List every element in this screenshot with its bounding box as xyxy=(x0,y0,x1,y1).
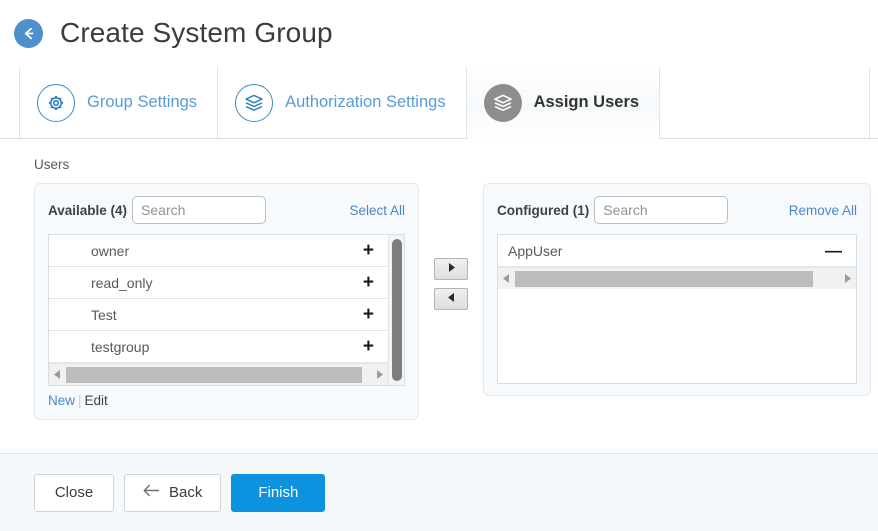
available-search-input[interactable] xyxy=(132,196,267,224)
wizard-tabs: Group Settings Authorization Settings As… xyxy=(0,66,878,139)
tab-authorization-settings[interactable]: Authorization Settings xyxy=(217,66,467,138)
list-item[interactable]: AppUser — xyxy=(498,235,856,267)
list-item[interactable]: testgroup + xyxy=(49,331,388,363)
close-button[interactable]: Close xyxy=(34,473,114,512)
triangle-left-icon xyxy=(447,290,456,308)
scroll-thumb[interactable] xyxy=(515,270,814,287)
list-item[interactable]: owner + xyxy=(49,235,388,267)
scroll-track[interactable] xyxy=(66,366,371,383)
remove-item-button[interactable]: — xyxy=(823,242,844,259)
configured-search-input[interactable] xyxy=(594,196,729,224)
configured-list: AppUser — xyxy=(497,234,857,384)
select-all-link[interactable]: Select All xyxy=(349,203,405,218)
available-count-label: Available (4) xyxy=(48,202,128,218)
configured-count-label: Configured (1) xyxy=(497,202,590,218)
scroll-left-arrow-icon[interactable] xyxy=(49,369,66,380)
layers-stack-icon xyxy=(483,83,522,122)
page-title: Create System Group xyxy=(60,17,333,48)
tab-group-settings[interactable]: Group Settings xyxy=(19,66,219,138)
back-button-label: Back xyxy=(169,484,203,501)
available-list-column: owner + read_only + Test + testgroup + xyxy=(49,235,388,385)
tab-group-settings-label: Group Settings xyxy=(87,93,198,111)
list-item-label: testgroup xyxy=(91,338,150,355)
scroll-track[interactable] xyxy=(515,270,839,287)
tab-assign-users[interactable]: Assign Users xyxy=(465,66,661,139)
move-right-button[interactable] xyxy=(434,258,468,280)
transfer-buttons xyxy=(419,183,483,310)
gear-icon xyxy=(37,83,75,122)
scroll-thumb[interactable] xyxy=(392,239,402,381)
back-button[interactable]: Back xyxy=(124,473,222,512)
close-button-label: Close xyxy=(54,484,94,501)
new-link[interactable]: New xyxy=(48,393,75,408)
add-item-button[interactable]: + xyxy=(361,273,376,292)
add-item-button[interactable]: + xyxy=(361,305,376,324)
list-item-label: Test xyxy=(91,306,117,323)
configured-panel: Configured (1) Remove All AppUser — xyxy=(483,183,871,396)
list-item-label: owner xyxy=(91,242,130,259)
create-system-group-wizard: Create System Group Group Settings Autho… xyxy=(0,0,878,531)
page-header: Create System Group xyxy=(0,0,878,66)
tab-placeholder xyxy=(659,66,871,138)
available-horizontal-scrollbar[interactable] xyxy=(49,363,388,385)
layers-stack-icon xyxy=(235,83,274,122)
available-panel: Available (4) Select All owner + read_on… xyxy=(34,183,419,420)
tab-authorization-settings-label: Authorization Settings xyxy=(285,93,446,111)
scroll-right-arrow-icon[interactable] xyxy=(371,369,388,380)
available-vertical-scrollbar[interactable] xyxy=(388,235,404,385)
arrow-left-circle-icon xyxy=(20,25,37,42)
move-left-button[interactable] xyxy=(434,288,468,310)
wizard-footer: Close Back Finish xyxy=(0,453,878,531)
configured-header: Configured (1) Remove All xyxy=(497,195,857,225)
list-item-label: read_only xyxy=(91,274,153,291)
add-item-button[interactable]: + xyxy=(361,241,376,260)
finish-button-label: Finish xyxy=(258,484,299,501)
finish-button[interactable]: Finish xyxy=(231,473,326,512)
list-item[interactable]: Test + xyxy=(49,299,388,331)
scroll-left-arrow-icon[interactable] xyxy=(498,273,515,284)
tab-assign-users-label: Assign Users xyxy=(533,93,640,111)
arrow-left-icon xyxy=(143,484,160,501)
available-list-footer: New | Edit xyxy=(48,393,405,408)
link-separator: | xyxy=(78,393,82,408)
list-item-label: AppUser xyxy=(508,242,563,259)
edit-link[interactable]: Edit xyxy=(85,393,108,408)
triangle-right-icon xyxy=(447,260,456,278)
scroll-right-arrow-icon[interactable] xyxy=(839,273,856,284)
users-section-label: Users xyxy=(34,157,70,172)
scroll-thumb[interactable] xyxy=(66,366,362,383)
back-navigation-button[interactable] xyxy=(14,18,43,48)
list-item[interactable]: read_only + xyxy=(49,267,388,299)
available-header: Available (4) Select All xyxy=(48,195,405,225)
configured-horizontal-scrollbar[interactable] xyxy=(498,267,856,289)
available-list: owner + read_only + Test + testgroup + xyxy=(48,234,405,386)
add-item-button[interactable]: + xyxy=(361,337,376,356)
dual-list-picker: Available (4) Select All owner + read_on… xyxy=(34,183,878,420)
remove-all-link[interactable]: Remove All xyxy=(789,203,857,218)
configured-list-column: AppUser — xyxy=(498,235,856,383)
assign-users-panel: Users Available (4) Select All owner + xyxy=(0,139,878,453)
